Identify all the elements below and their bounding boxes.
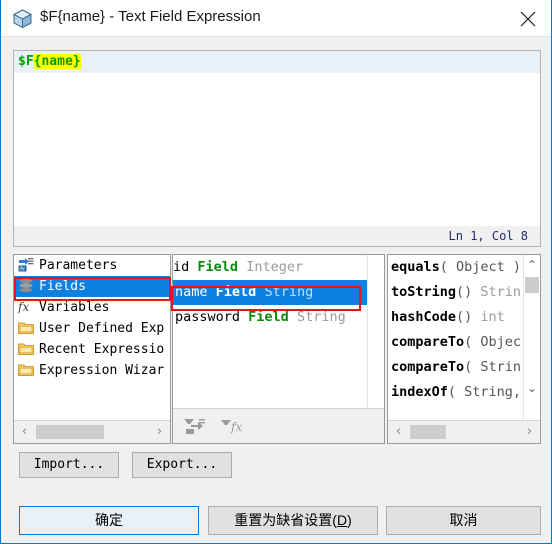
method-row[interactable]: compareTo( Objec xyxy=(388,330,524,355)
fields-icon xyxy=(18,278,35,294)
field-name: name xyxy=(175,284,208,300)
method-return: Strin xyxy=(472,284,522,300)
method-name: equals xyxy=(391,259,440,275)
svg-text:fx: fx xyxy=(230,420,242,434)
variables-fx-icon: fx xyxy=(17,299,35,315)
import-button[interactable]: Import... xyxy=(19,452,119,478)
tree-item-label: Recent Expressio xyxy=(39,342,165,357)
tree-item-fields[interactable]: Fields xyxy=(14,276,170,297)
methods-panel: equals( Object ) toString() Strin hashCode… xyxy=(387,254,541,444)
methods-vscrollbar[interactable]: ⌃ ⌄ xyxy=(523,255,540,421)
category-tree-list[interactable]: IN Parameters Fields fx Variables User Define… xyxy=(14,255,170,415)
method-args: ( Objec xyxy=(464,334,522,350)
export-button[interactable]: Export... xyxy=(132,452,232,478)
tree-scroll-left-icon[interactable]: ‹ xyxy=(16,421,33,442)
category-tree-panel: IN Parameters Fields fx Variables User Define… xyxy=(13,254,171,444)
methods-scroll-left-icon[interactable]: ‹ xyxy=(390,421,407,442)
field-kind: Field xyxy=(248,309,289,325)
tree-item-parameters[interactable]: IN Parameters xyxy=(14,255,170,276)
tree-hscrollbar[interactable]: ‹ › xyxy=(14,420,170,443)
tree-item-label: Variables xyxy=(39,300,110,315)
reset-defaults-button[interactable]: 重置为缺省设置(D) xyxy=(208,506,378,535)
tree-item-label: User Defined Exp xyxy=(39,321,165,336)
tree-item-recent-expressio[interactable]: Recent Expressio xyxy=(14,339,170,360)
tree-scroll-right-icon[interactable]: › xyxy=(151,421,168,442)
method-row[interactable]: indexOf( String, xyxy=(388,380,524,405)
tree-scroll-thumb[interactable] xyxy=(36,425,104,439)
tree-item-expression-wizar[interactable]: Expression Wizar xyxy=(14,360,170,381)
close-icon[interactable] xyxy=(505,0,551,36)
folder-icon xyxy=(18,321,35,337)
fields-toolbar: fx xyxy=(173,408,384,443)
method-name: toString xyxy=(391,284,457,300)
tree-item-label: Parameters xyxy=(39,258,118,273)
method-name: compareTo xyxy=(391,359,465,375)
page-title: $F{name} - Text Field Expression xyxy=(40,8,261,25)
method-name: hashCode xyxy=(391,309,457,325)
field-type: String xyxy=(296,309,346,325)
fields-list[interactable]: id Field Integer name Field String passwor… xyxy=(173,255,372,410)
method-return: int xyxy=(472,309,505,325)
reset-mnemonic: D xyxy=(336,512,348,528)
method-args: ( String, xyxy=(447,384,522,400)
field-gap2 xyxy=(238,259,246,275)
method-row[interactable]: toString() Strin xyxy=(388,280,524,305)
expression-token-function: $F xyxy=(18,54,34,69)
methods-scroll-up-icon[interactable]: ⌃ xyxy=(524,256,540,274)
filter-list-icon[interactable] xyxy=(183,417,205,440)
method-args: ( Object ) xyxy=(439,259,522,275)
methods-hscroll-thumb[interactable] xyxy=(410,425,446,439)
tree-item-label: Fields xyxy=(39,279,86,294)
methods-scroll-thumb[interactable] xyxy=(525,277,539,293)
cancel-button[interactable]: 取消 xyxy=(386,506,541,535)
svg-text:IN: IN xyxy=(19,267,25,272)
field-type: Integer xyxy=(246,259,304,275)
cube-icon xyxy=(12,9,33,29)
title-bar: $F{name} - Text Field Expression xyxy=(1,0,551,37)
ok-button[interactable]: 确定 xyxy=(19,506,199,535)
field-gap xyxy=(208,284,216,300)
folder-icon xyxy=(18,363,35,379)
methods-scroll-right-icon[interactable]: › xyxy=(521,421,538,442)
expression-text-line[interactable]: $F{name} xyxy=(14,51,540,73)
expression-token-highlight: {name} xyxy=(33,54,81,69)
method-args: () xyxy=(456,284,473,300)
expression-dialog: $F{name} - Text Field Expression $F{name… xyxy=(0,0,552,544)
field-row-name[interactable]: name Field String xyxy=(173,280,372,305)
reset-label-tail: ) xyxy=(347,512,352,528)
method-name: compareTo xyxy=(391,334,465,350)
field-name: id xyxy=(173,259,190,275)
method-row[interactable]: equals( Object ) xyxy=(388,255,524,280)
folder-icon xyxy=(18,342,35,358)
filter-fx-icon[interactable]: fx xyxy=(220,417,244,440)
field-kind: Field xyxy=(197,259,239,275)
field-name: password xyxy=(175,309,241,325)
fields-vscrollbar[interactable] xyxy=(367,255,384,409)
method-args: ( Strin xyxy=(464,359,522,375)
field-type: String xyxy=(264,284,314,300)
parameters-icon: IN xyxy=(18,257,35,273)
methods-list[interactable]: equals( Object ) toString() Strin hashCode… xyxy=(388,255,524,417)
field-gap2 xyxy=(289,309,297,325)
methods-hscrollbar[interactable]: ‹ › xyxy=(388,420,540,443)
field-kind: Field xyxy=(215,284,257,300)
tree-item-label: Expression Wizar xyxy=(39,363,165,378)
methods-scroll-down-icon[interactable]: ⌄ xyxy=(524,379,540,397)
expression-editor[interactable]: $F{name} xyxy=(13,50,541,245)
method-name: indexOf xyxy=(391,384,448,400)
method-row[interactable]: hashCode() int xyxy=(388,305,524,330)
cursor-position: Ln 1, Col 8 xyxy=(448,229,528,243)
reset-label-text: 重置为缺省设置( xyxy=(234,512,337,528)
field-row-password[interactable]: password Field String xyxy=(173,305,372,330)
field-gap xyxy=(240,309,248,325)
fields-panel: id Field Integer name Field String passwor… xyxy=(172,254,385,444)
editor-status-bar: Ln 1, Col 8 xyxy=(13,226,541,247)
tree-item-variables[interactable]: fx Variables xyxy=(14,297,170,318)
method-args: () xyxy=(456,309,473,325)
tree-item-user-defined-exp[interactable]: User Defined Exp xyxy=(14,318,170,339)
field-row-id[interactable]: id Field Integer xyxy=(173,255,372,280)
svg-text:fx: fx xyxy=(18,300,29,314)
method-row[interactable]: compareTo( Strin xyxy=(388,355,524,380)
